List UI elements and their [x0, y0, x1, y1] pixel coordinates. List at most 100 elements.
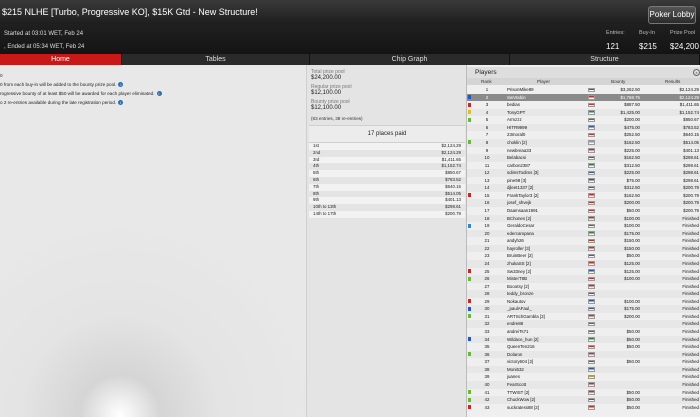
total-pool-value: $24,200.00: [311, 75, 342, 81]
country-flag-icon: [588, 87, 595, 92]
player-result: Finished: [682, 260, 699, 266]
tab-structure[interactable]: Structure: [510, 54, 700, 65]
player-row[interactable]: 39 juanes Finished: [467, 373, 700, 381]
player-row[interactable]: 7 23moral0 $252.50 $640.15: [467, 131, 700, 139]
player-row[interactable]: 33 andreiTs71 $50.00 Finished: [467, 328, 700, 336]
player-rank: 13: [484, 177, 490, 183]
country-flag-icon: [588, 284, 595, 289]
player-row[interactable]: 9 newbreaa33 $225.00 $401.13: [467, 147, 700, 155]
player-color-marker: [468, 171, 471, 175]
player-row[interactable]: 21 andyh26 $150.00 Finished: [467, 237, 700, 245]
player-result: Finished: [682, 336, 699, 342]
player-result: Finished: [682, 381, 699, 387]
player-row[interactable]: 27 Boootsy [2] Finished: [467, 283, 700, 291]
player-row[interactable]: 12 sdimsTodims [3] $225.00 $298.61: [467, 169, 700, 177]
tab-tables[interactable]: Tables: [122, 54, 310, 65]
player-bounty: $75.00: [626, 177, 640, 183]
player-rank: 16: [484, 200, 490, 206]
player-result: Finished: [682, 245, 699, 251]
player-row[interactable]: 11 carbon2387 $312.50 $298.61: [467, 162, 700, 170]
player-color-marker: [468, 148, 471, 152]
player-row[interactable]: 2 SwVtabin $1,768.75 $2,124.29: [467, 93, 700, 102]
player-rows: 1 PrisonMike89 $3,262.50 $2,124.29 2 SwVtabin…: [467, 86, 700, 411]
prize-amount: $1,152.74: [441, 163, 461, 169]
players-title: Players ×: [467, 67, 700, 78]
player-row[interactable]: 17 Daamsaan1991 $50.00 $200.79: [467, 207, 700, 215]
player-result: Finished: [682, 276, 699, 282]
player-name: edercampana: [507, 230, 534, 236]
player-name: ARTSchGambla [3]: [507, 313, 545, 319]
info-icon[interactable]: i: [118, 100, 124, 106]
info-icon[interactable]: i: [156, 91, 162, 97]
country-flag-icon: [588, 208, 595, 213]
player-row[interactable]: 18 BChones [2] $100.00 Finished: [467, 214, 700, 223]
tab-home[interactable]: Home: [0, 54, 122, 65]
player-row[interactable]: 26 MisterT8B $100.00 Finished: [467, 275, 700, 283]
player-row[interactable]: 19 GeraldoCesar $100.00 Finished: [467, 222, 700, 230]
player-row[interactable]: 43 suckratess88 [2] $50.00 Finished: [467, 404, 700, 412]
player-row[interactable]: 42 ChuckWow [2] $50.00 Finished: [467, 396, 700, 404]
player-result: Finished: [682, 329, 699, 334]
player-rank: 8: [485, 139, 489, 145]
player-row[interactable]: 31 ARTSchGambla [3] $200.00 Finished: [467, 313, 700, 321]
col-bounty[interactable]: Bounty: [611, 79, 625, 84]
player-row[interactable]: 16 josef_shvejk $200.00 $200.79: [467, 199, 700, 207]
player-color-marker: [468, 186, 471, 190]
player-row[interactable]: 10 Belabacsi $162.50 $298.61: [467, 154, 700, 162]
player-color-marker: [468, 352, 471, 357]
col-results[interactable]: Results: [665, 79, 680, 84]
player-row[interactable]: 36 Dolaron Finished: [467, 350, 700, 359]
player-row[interactable]: 24 zhukaSS [2] $125.00 Finished: [467, 259, 700, 268]
player-name: choklin [2]: [507, 139, 527, 145]
player-row[interactable]: 20 edercampana $175.00 Finished: [467, 229, 700, 238]
player-row[interactable]: 6 HITR9999 $475.00 $783.52: [467, 123, 700, 132]
player-row[interactable]: 5 Armzzz $200.00 $850.67: [467, 116, 700, 124]
player-color-marker: [468, 223, 471, 228]
player-row[interactable]: 28 teddy_bronze Finished: [467, 290, 700, 298]
info-icon[interactable]: i: [118, 82, 124, 88]
player-name: juanes: [507, 374, 520, 380]
player-result: Finished: [682, 397, 699, 403]
tournament-lobby-window: $215 NLHE [Turbo, Progressive KO], $15K …: [0, 0, 700, 417]
prizepool-label: Prize Pool: [670, 30, 696, 36]
player-row[interactable]: 34 Wildace_hun [2] $50.00 Finished: [467, 335, 700, 344]
player-row[interactable]: 25 Sw33ney [2] $125.00 Finished: [467, 268, 700, 276]
player-rank: 39: [484, 374, 490, 380]
player-row[interactable]: 4 TonyGPT $1,425.00 $1,152.74: [467, 108, 700, 117]
player-row[interactable]: 38 Moni532 Finished: [467, 365, 700, 374]
country-flag-icon: [588, 178, 595, 183]
player-row[interactable]: 37 victory604 [2] $50.00 Finished: [467, 358, 700, 366]
player-bounty: $175.00: [624, 230, 640, 236]
player-row[interactable]: 1 PrisonMike89 $3,262.50 $2,124.29: [467, 86, 700, 94]
col-player[interactable]: Player: [537, 79, 550, 84]
player-row[interactable]: 8 choklin [2] $162.50 $514.05: [467, 138, 700, 147]
player-row[interactable]: 15 FrankTaylor3 [2] $162.50 $200.79: [467, 192, 700, 200]
player-row[interactable]: 30 _paulAFaul_ $175.00 Finished: [467, 305, 700, 313]
player-name: Daamsaan1991: [507, 208, 539, 213]
player-color-marker: [468, 231, 471, 235]
player-rank: 41: [484, 389, 490, 395]
player-row[interactable]: 29 Nokautov $100.00 Finished: [467, 298, 700, 306]
player-row[interactable]: 40 FearScott Finished: [467, 380, 700, 389]
player-name: zhukaSS [2]: [507, 260, 531, 266]
player-name: bedias: [507, 102, 520, 108]
player-bounty: $225.00: [624, 147, 640, 153]
col-rank[interactable]: Rank: [481, 79, 492, 84]
player-row[interactable]: 13 pine98 [3] $75.00 $298.61: [467, 177, 700, 185]
player-row[interactable]: 3 bedias $887.50 $1,411.65: [467, 101, 700, 109]
close-icon[interactable]: ×: [693, 69, 700, 76]
player-row[interactable]: 32 endre88 Finished: [467, 320, 700, 328]
prize-list: 1st $2,124.29 2nd $2,124.29 3rd $1,411.65 4th $…: [309, 143, 465, 218]
poker-lobby-button[interactable]: Poker Lobby: [648, 6, 696, 24]
player-row[interactable]: 35 QueenTen216 $50.00 Finished: [467, 343, 700, 351]
player-color-marker: [468, 88, 471, 92]
player-result: Finished: [682, 223, 699, 229]
player-result: $200.79: [683, 200, 699, 206]
player-name: endre88: [507, 321, 524, 327]
player-row[interactable]: 23 BruinBeer [2] $50.00 Finished: [467, 252, 700, 260]
player-row[interactable]: 22 hayroller [3] $150.00 Finished: [467, 244, 700, 253]
player-row[interactable]: 14 djleet1337 [2] $312.50 $200.79: [467, 184, 700, 192]
tab-chip-graph[interactable]: Chip Graph: [310, 54, 510, 65]
player-row[interactable]: 41 TTWIST [2] $50.00 Finished: [467, 389, 700, 397]
player-result: $200.79: [683, 185, 699, 191]
